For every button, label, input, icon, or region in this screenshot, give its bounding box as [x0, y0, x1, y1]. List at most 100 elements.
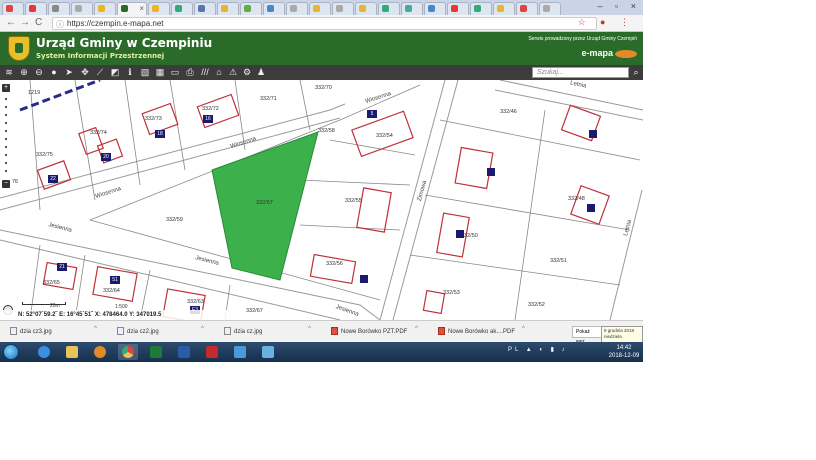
browser-tab-strip: × – ▫ ×: [0, 0, 643, 15]
user-icon[interactable]: ♟: [256, 67, 266, 77]
clock[interactable]: 14:42 2018-12-09: [606, 344, 642, 360]
zoom-in-icon[interactable]: ⊕: [19, 67, 29, 77]
zoom-in-button[interactable]: +: [2, 84, 10, 92]
browser-tab[interactable]: [424, 2, 446, 15]
measure-area-icon[interactable]: ◩: [110, 67, 120, 77]
pan-icon[interactable]: ✥: [80, 67, 90, 77]
pdf-file-icon: [438, 327, 445, 336]
site-icon: [267, 5, 274, 12]
search-input[interactable]: Szukaj...: [532, 67, 629, 78]
browser-tab[interactable]: [148, 2, 170, 15]
house-marker: [587, 204, 595, 212]
emapa-logo[interactable]: e-mapa: [581, 48, 613, 58]
browser-tab[interactable]: [516, 2, 538, 15]
select-icon[interactable]: ▨: [140, 67, 150, 77]
taskbar-app[interactable]: [146, 344, 166, 360]
taskbar-app[interactable]: [174, 344, 194, 360]
monitor-icon[interactable]: ▭: [170, 67, 180, 77]
browser-tab[interactable]: [378, 2, 400, 15]
browser-tab[interactable]: [94, 2, 116, 15]
show-all-downloads-button[interactable]: Pokaż wsz...: [572, 326, 604, 345]
emapa-icon: [121, 5, 128, 12]
browser-tab[interactable]: [539, 2, 561, 15]
download-item[interactable]: dzia cz2.jpg: [117, 326, 159, 338]
browser-tab[interactable]: [194, 2, 216, 15]
extension-icons[interactable]: ☆ ● ⋮: [577, 17, 635, 28]
excel-icon: [150, 346, 162, 358]
hatch-icon[interactable]: ///: [200, 67, 210, 77]
info-icon[interactable]: ℹ: [125, 67, 135, 77]
url-input[interactable]: ⓘ https://czempin.e-mapa.net: [52, 17, 597, 30]
start-button[interactable]: [3, 344, 19, 360]
download-item[interactable]: dzia cz3.jpg: [10, 326, 52, 338]
chevron-up-icon[interactable]: ^: [308, 326, 311, 332]
service-text: Serwis prowadzony przez Urząd Gminy Czem…: [528, 36, 637, 42]
zoom-slider[interactable]: + −: [1, 82, 11, 192]
home-icon[interactable]: ⌂: [214, 67, 224, 77]
chevron-up-icon[interactable]: ^: [415, 326, 418, 332]
zoom-out-button[interactable]: −: [2, 180, 10, 188]
browser-tab[interactable]: [401, 2, 423, 15]
taskbar-app[interactable]: [90, 344, 110, 360]
system-tray[interactable]: PL ▲ ◐ ▮ ♪: [508, 346, 568, 353]
close-tab-icon[interactable]: ×: [139, 4, 144, 13]
map-view[interactable]: 1219 332/75 332/74 332/73 332/72 332/71 …: [0, 80, 643, 320]
forward-button[interactable]: →: [20, 17, 30, 28]
reload-button[interactable]: C: [35, 17, 42, 28]
measure-line-icon[interactable]: ⟋: [95, 67, 105, 77]
taskbar-app[interactable]: [118, 344, 138, 360]
browser-tab[interactable]: [71, 2, 93, 15]
browser-tab[interactable]: [286, 2, 308, 15]
warning-icon[interactable]: ⚠: [228, 67, 238, 77]
print-icon[interactable]: ⎙: [185, 67, 195, 77]
taskbar-app[interactable]: [258, 344, 278, 360]
download-item[interactable]: Nowe Borówko PZT.PDF: [331, 326, 407, 338]
browser-tab[interactable]: [263, 2, 285, 15]
download-item[interactable]: dzia cz.jpg: [224, 326, 262, 338]
browser-tab[interactable]: [470, 2, 492, 15]
browser-tab[interactable]: [217, 2, 239, 15]
download-name: Nowe Borówko ak....PDF: [448, 329, 516, 335]
clock-date: 2018-12-09: [608, 353, 640, 359]
chevron-up-icon[interactable]: ^: [522, 326, 525, 332]
chevron-up-icon[interactable]: ^: [201, 326, 204, 332]
taskbar-app[interactable]: [230, 344, 250, 360]
download-name: Nowe Borówko PZT.PDF: [341, 329, 408, 335]
download-name: dzia cz2.jpg: [127, 329, 159, 335]
house-marker: [456, 230, 464, 238]
browser-tab[interactable]: [447, 2, 469, 15]
site-icon: [428, 5, 435, 12]
site-icon: [497, 5, 504, 12]
site-icon: [474, 5, 481, 12]
site-icon: [29, 5, 36, 12]
browser-tab[interactable]: [240, 2, 262, 15]
chevron-up-icon[interactable]: ^: [94, 326, 97, 332]
zoom-out-icon[interactable]: ⊖: [34, 67, 44, 77]
taskbar-app[interactable]: [202, 344, 222, 360]
browser-tab[interactable]: [332, 2, 354, 15]
window-controls[interactable]: – ▫ ×: [598, 1, 641, 11]
browser-tab[interactable]: [2, 2, 24, 15]
browser-tab[interactable]: [171, 2, 193, 15]
search-icon[interactable]: ⌕: [631, 67, 641, 78]
browser-tab[interactable]: [309, 2, 331, 15]
screen: × – ▫ × ← → C ⓘ https://czempin.e-mapa.n…: [0, 0, 643, 362]
house-marker: [360, 275, 368, 283]
download-item[interactable]: Nowe Borówko ak....PDF: [438, 326, 515, 338]
grid-icon[interactable]: ▦: [155, 67, 165, 77]
browser-tab[interactable]: [48, 2, 70, 15]
back-button[interactable]: ←: [6, 17, 16, 28]
browser-tab[interactable]: [493, 2, 515, 15]
pointer-icon[interactable]: ➤: [64, 67, 74, 77]
settings-icon[interactable]: ⚙: [242, 67, 252, 77]
browser-tab[interactable]: [25, 2, 47, 15]
word-icon: [178, 346, 190, 358]
taskbar-app[interactable]: [62, 344, 82, 360]
full-extent-icon[interactable]: ●: [49, 67, 59, 77]
site-icon: [52, 5, 59, 12]
layers-icon[interactable]: ≋: [4, 67, 14, 77]
taskbar-app[interactable]: [34, 344, 54, 360]
browser-tab-active[interactable]: ×: [117, 2, 147, 15]
browser-tab[interactable]: [355, 2, 377, 15]
pdf-file-icon: [331, 327, 338, 336]
